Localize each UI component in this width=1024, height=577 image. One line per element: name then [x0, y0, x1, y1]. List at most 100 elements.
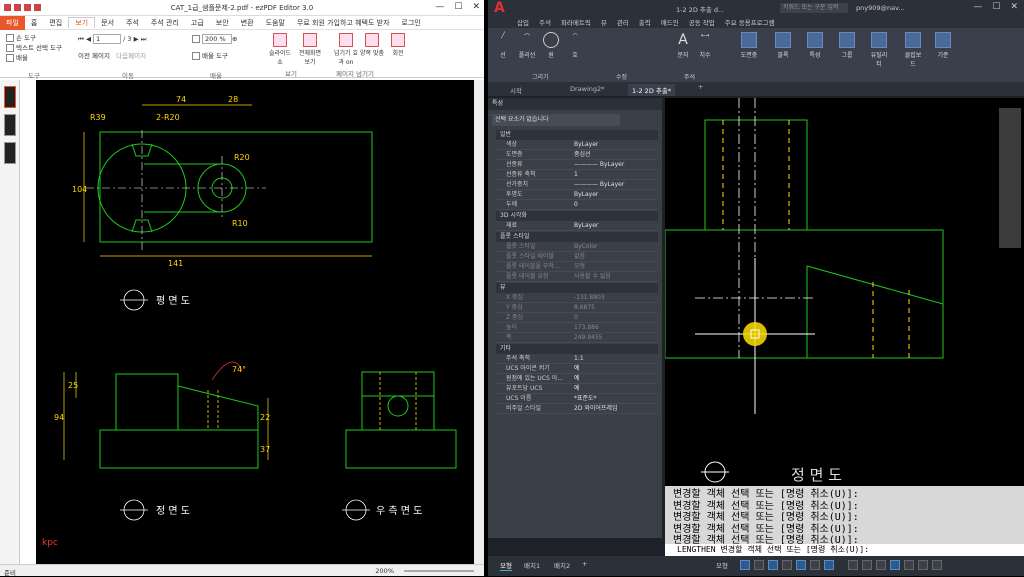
customize-icon[interactable]: [932, 560, 942, 570]
property-row[interactable]: 폭 249.9455: [496, 333, 658, 343]
text-select-button[interactable]: 텍스트 선택 도구: [6, 42, 62, 52]
properties-section-header[interactable]: 3D 시각화: [496, 211, 658, 221]
utilities-button[interactable]: 유틸리티: [868, 32, 890, 68]
zoom-menu-button[interactable]: 배율: [6, 52, 62, 62]
property-value[interactable]: 173.886: [574, 323, 599, 333]
next-page-button[interactable]: 다음페이지: [116, 52, 146, 60]
ribbon-tab-collaborate[interactable]: 공동 작업: [684, 17, 720, 27]
menu-help[interactable]: 도움말: [260, 18, 291, 28]
slideshow-button[interactable]: 슬라이드쇼: [268, 33, 292, 66]
properties-section-header[interactable]: 플롯 스타일: [496, 232, 658, 242]
property-value[interactable]: ByColor: [574, 242, 597, 252]
menu-convert[interactable]: 변환: [235, 18, 260, 28]
ribbon-tab-insert[interactable]: 삽입: [512, 17, 534, 27]
drawing-canvas[interactable]: 정 면 도: [664, 98, 1024, 486]
layout2-tab[interactable]: 배치2: [554, 560, 570, 570]
user-account[interactable]: pny909@nav...: [856, 4, 905, 12]
group-button[interactable]: 그룹: [836, 32, 858, 59]
two-page-button[interactable]: 양쪽 맞춤: [360, 33, 384, 57]
rotate-button[interactable]: 회전: [386, 33, 410, 57]
property-row[interactable]: 주석 축척 1:1: [496, 354, 658, 364]
property-row[interactable]: Y 중심 8.6875: [496, 303, 658, 313]
property-value[interactable]: 2D 와이어프레임: [574, 404, 617, 414]
property-row[interactable]: 선가중치 ———— ByLayer: [496, 180, 658, 190]
page-effect-button[interactable]: 넘기기 효과 on: [334, 33, 358, 66]
property-row[interactable]: 투명도 ByLayer: [496, 190, 658, 200]
property-value[interactable]: ———— ByLayer: [574, 180, 624, 190]
prev-page-button[interactable]: 이전 페이지: [78, 52, 110, 60]
autocad-logo-icon[interactable]: A: [494, 1, 508, 15]
isolate-icon[interactable]: [890, 560, 900, 570]
property-value[interactable]: 없음: [574, 252, 585, 262]
pdf-vertical-scrollbar[interactable]: [474, 80, 484, 564]
clipboard-button[interactable]: 클립보드: [902, 32, 924, 68]
property-value[interactable]: 8.6875: [574, 303, 595, 313]
property-value[interactable]: 사용할 수 없음: [574, 272, 611, 282]
property-row[interactable]: 두께 0: [496, 200, 658, 210]
property-value[interactable]: 예: [574, 364, 580, 374]
property-row[interactable]: 플롯 테이블을 부착... 모형: [496, 262, 658, 272]
menu-edit[interactable]: 편집: [43, 18, 68, 28]
model-tab[interactable]: 모형: [500, 560, 512, 571]
file-menu[interactable]: 파일: [0, 15, 25, 30]
ribbon-tab-addins[interactable]: 애드인: [656, 17, 684, 27]
property-value[interactable]: 0: [574, 313, 578, 323]
navigation-bar[interactable]: [999, 108, 1021, 248]
polar-icon[interactable]: [782, 560, 792, 570]
property-value[interactable]: *표준도*: [574, 394, 597, 404]
hand-tool-button[interactable]: 손 도구: [6, 32, 62, 42]
page-number-input[interactable]: 1: [93, 34, 122, 44]
pdf-document-view[interactable]: 74 28 R39 2-R20 R20 R10 104 141 25 94 22…: [36, 80, 474, 564]
maximize-icon[interactable]: ☐: [454, 2, 462, 12]
minimize-icon[interactable]: —: [973, 2, 982, 12]
block-button[interactable]: 블록: [772, 32, 794, 59]
property-row[interactable]: 뷰포트당 UCS 예: [496, 384, 658, 394]
maximize-icon[interactable]: ☐: [992, 2, 1000, 12]
property-value[interactable]: -131.8803: [574, 293, 605, 303]
properties-section-header[interactable]: 뷰: [496, 283, 658, 293]
dimension-tool-button[interactable]: ⟷ 치수: [694, 32, 716, 59]
layer-button[interactable]: 도면층: [738, 32, 760, 59]
thumbnail-page-3[interactable]: [4, 142, 16, 164]
property-row[interactable]: UCS 아이콘 켜기 예: [496, 364, 658, 374]
property-row[interactable]: 선종류 축척 1: [496, 170, 658, 180]
zoom-in-icon[interactable]: [192, 35, 200, 43]
zoom-tool-button[interactable]: 배율 도구: [192, 50, 237, 60]
prev-page-icon[interactable]: ◀: [86, 35, 91, 43]
property-value[interactable]: ByLayer: [574, 190, 598, 200]
property-row[interactable]: Z 중심 0: [496, 313, 658, 323]
thumbnail-page-1[interactable]: [4, 86, 16, 108]
property-row[interactable]: 선종류 ———— ByLayer: [496, 160, 658, 170]
property-value[interactable]: 예: [574, 374, 580, 384]
thumbnail-page-2[interactable]: [4, 114, 16, 136]
first-page-icon[interactable]: ⏮: [78, 35, 84, 43]
polyline-tool-button[interactable]: ⌒ 폴리선: [516, 32, 538, 59]
zoom-input[interactable]: 200 %: [202, 34, 232, 44]
new-tab-icon[interactable]: +: [698, 83, 703, 91]
tab-1-2-2d[interactable]: 1-2 2D 추출*: [628, 84, 676, 96]
menu-login[interactable]: 로그인: [396, 18, 427, 28]
property-value[interactable]: 1:1: [574, 354, 584, 364]
menu-home[interactable]: 홈: [25, 18, 43, 28]
menu-signup[interactable]: 무료 회원 가입하고 혜택도 받자: [291, 18, 396, 28]
ribbon-tab-annotate[interactable]: 주석: [534, 17, 556, 27]
property-row[interactable]: 높이 173.886: [496, 323, 658, 333]
ribbon-tab-output[interactable]: 출력: [634, 17, 656, 27]
properties-button[interactable]: 특성: [804, 32, 826, 59]
ribbon-tab-view[interactable]: 뷰: [596, 17, 612, 27]
plus-icon[interactable]: ⊕: [232, 35, 237, 43]
annotation-scale-icon[interactable]: [848, 560, 858, 570]
snap-icon[interactable]: [754, 560, 764, 570]
text-tool-button[interactable]: A 문자: [672, 32, 694, 59]
close-icon[interactable]: ✕: [1010, 2, 1018, 12]
menu-security[interactable]: 보안: [210, 18, 235, 28]
property-value[interactable]: 중심선: [574, 150, 591, 160]
add-layout-icon[interactable]: +: [582, 560, 587, 568]
ribbon-tab-manage[interactable]: 관리: [612, 17, 634, 27]
property-value[interactable]: ByLayer: [574, 140, 598, 150]
property-value[interactable]: ByLayer: [574, 221, 598, 231]
property-value[interactable]: 1: [574, 170, 578, 180]
selection-dropdown[interactable]: 선택 요소가 없습니다: [492, 114, 620, 126]
property-row[interactable]: 플롯 스타일 테이블 없음: [496, 252, 658, 262]
search-input[interactable]: 키워드 또는 구문 입력: [780, 3, 848, 13]
